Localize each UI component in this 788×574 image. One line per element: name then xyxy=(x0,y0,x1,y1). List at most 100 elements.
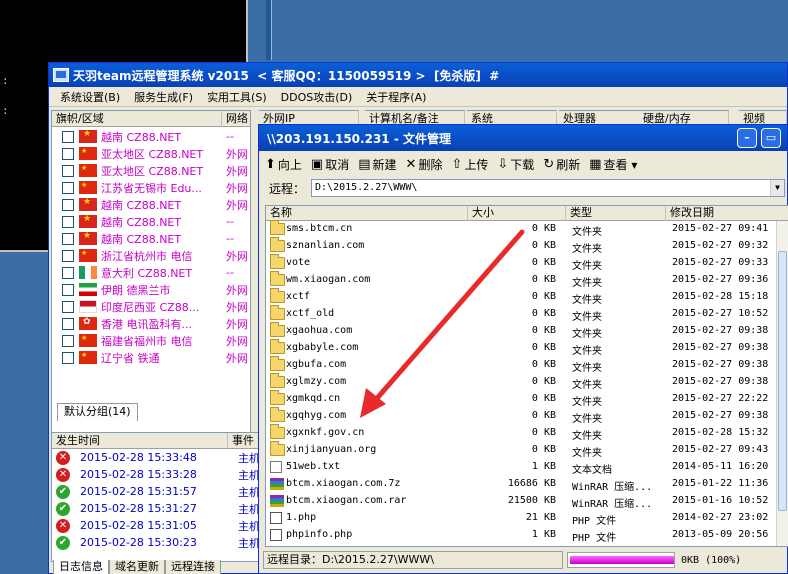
client-row[interactable]: 伊朗 德黑兰市 外网 xyxy=(52,281,250,298)
chevron-down-icon[interactable]: ▼ xyxy=(770,180,785,196)
file-name: wm.xiaogan.com xyxy=(286,274,371,285)
row-checkbox[interactable] xyxy=(62,130,74,143)
client-list: 旗帜/区域 网络 越南 CZ88.NET--亚太地区 CZ88.NET外网亚太地… xyxy=(51,110,251,436)
log-row[interactable]: ✕ 2015-02-28 15:31:05 主机 xyxy=(52,517,260,534)
client-row[interactable]: 越南 CZ88.NET -- xyxy=(52,128,250,145)
file-row[interactable]: xctf_old 0 KB 文件夹 2015-02-27 10:52 xyxy=(266,305,788,323)
column-header-name[interactable]: 名称 xyxy=(266,206,468,221)
file-date: 2015-02-27 09:41 xyxy=(672,223,769,234)
row-checkbox[interactable] xyxy=(62,164,74,177)
folder-icon xyxy=(270,390,285,405)
row-checkbox[interactable] xyxy=(62,334,74,347)
folder-icon xyxy=(270,271,285,286)
client-row[interactable]: 越南 CZ88.NET -- xyxy=(52,213,250,230)
folder-icon xyxy=(270,288,285,303)
client-row[interactable]: 意大利 CZ88.NET -- xyxy=(52,264,250,281)
file-row[interactable]: 1.php 21 KB PHP 文件 2014-02-27 23:02 xyxy=(266,510,788,527)
file-row[interactable]: btcm.xiaogan.com.7z 16686 KB WinRAR 压缩... 2… xyxy=(266,476,788,493)
toolbar-button-view[interactable]: ▦ 查看 ▾ xyxy=(589,156,637,173)
folder-icon xyxy=(270,407,285,422)
file-row[interactable]: xinjianyuan.org 0 KB 文件夹 2015-02-27 09:43 xyxy=(266,441,788,459)
row-checkbox[interactable] xyxy=(62,215,74,228)
file-row[interactable]: vote 0 KB 文件夹 2015-02-27 09:33 xyxy=(266,254,788,272)
file-row[interactable]: xgbabyle.com 0 KB 文件夹 2015-02-27 09:38 xyxy=(266,339,788,357)
row-checkbox[interactable] xyxy=(62,266,74,279)
progress-bar xyxy=(567,552,675,568)
client-row[interactable]: 印度尼西亚 CZ88... 外网 xyxy=(52,298,250,315)
vertical-scrollbar[interactable] xyxy=(776,221,788,546)
tab-log-info[interactable]: 日志信息 xyxy=(53,560,109,574)
toolbar-button-cancel[interactable]: ▣ 取消 xyxy=(311,156,349,173)
log-row[interactable]: ✕ 2015-02-28 15:33:28 主机 xyxy=(52,466,260,483)
row-checkbox[interactable] xyxy=(62,181,74,194)
main-title-bar[interactable]: 天羽team远程管理系统 v2015 < 客服QQ：1150059519 > [… xyxy=(49,63,787,87)
column-header-date[interactable]: 修改日期 xyxy=(666,206,788,221)
file-row[interactable]: sms.btcm.cn 0 KB 文件夹 2015-02-27 09:41 xyxy=(266,220,788,238)
file-manager-title-bar[interactable]: \\203.191.150.231 - 文件管理 – ▭ xyxy=(259,125,787,151)
client-row[interactable]: 浙江省杭州市 电信 外网 xyxy=(52,247,250,264)
client-row[interactable]: 亚太地区 CZ88.NET 外网 xyxy=(52,145,250,162)
toolbar-button-delete[interactable]: ✕ 删除 xyxy=(406,156,443,173)
row-checkbox[interactable] xyxy=(62,351,74,364)
row-checkbox[interactable] xyxy=(62,249,74,262)
tab-remote-connect[interactable]: 远程连接 xyxy=(165,560,221,574)
row-checkbox[interactable] xyxy=(62,283,74,296)
row-checkbox[interactable] xyxy=(62,317,74,330)
minimize-icon[interactable]: – xyxy=(737,128,757,148)
column-header-network[interactable]: 网络 xyxy=(222,111,250,127)
toolbar-button-download[interactable]: ⇩ 下载 xyxy=(497,156,534,173)
log-row[interactable]: ✔ 2015-02-28 15:30:23 主机 xyxy=(52,534,260,551)
log-event: 主机 xyxy=(238,468,260,482)
file-row[interactable]: sznanlian.com 0 KB 文件夹 2015-02-27 09:32 xyxy=(266,237,788,255)
log-row[interactable]: ✔ 2015-02-28 15:31:57 主机 xyxy=(52,483,260,500)
tab-domain-update[interactable]: 域名更新 xyxy=(109,560,165,574)
path-input[interactable]: D:\2015.2.27\WWW\ ▼ xyxy=(311,179,786,197)
maximize-icon[interactable]: ▭ xyxy=(761,128,781,148)
file-row[interactable]: xgmkqd.cn 0 KB 文件夹 2015-02-27 22:22 xyxy=(266,390,788,408)
client-row[interactable]: 越南 CZ88.NET -- xyxy=(52,230,250,247)
client-row[interactable]: 香港 电讯盈科有... 外网 xyxy=(52,315,250,332)
client-row[interactable]: 江苏省无锡市 Edu... 外网 xyxy=(52,179,250,196)
column-header-time[interactable]: 发生时间 xyxy=(52,433,228,449)
row-checkbox[interactable] xyxy=(62,147,74,160)
menu-about[interactable]: 关于程序(A) xyxy=(359,89,433,105)
file-row[interactable]: xgqhyg.com 0 KB 文件夹 2015-02-27 09:38 xyxy=(266,407,788,425)
log-row[interactable]: ✕ 2015-02-28 15:33:48 主机 xyxy=(52,449,260,466)
row-checkbox[interactable] xyxy=(62,198,74,211)
file-row[interactable]: xgbufa.com 0 KB 文件夹 2015-02-27 09:38 xyxy=(266,356,788,374)
client-row[interactable]: 辽宁省 铁通 外网 xyxy=(52,349,250,366)
menu-system-settings[interactable]: 系统设置(B) xyxy=(53,89,127,105)
toolbar-button-refresh[interactable]: ↻ 刷新 xyxy=(543,156,580,173)
file-row[interactable]: btcm.xiaogan.com.rar 21500 KB WinRAR 压缩...… xyxy=(266,493,788,510)
file-row[interactable]: xgxnkf.gov.cn 0 KB 文件夹 2015-02-28 15:32 xyxy=(266,424,788,442)
client-row[interactable]: 越南 CZ88.NET 外网 xyxy=(52,196,250,213)
column-header-type[interactable]: 类型 xyxy=(566,206,666,221)
column-header-event[interactable]: 事件 xyxy=(228,433,260,449)
row-checkbox[interactable] xyxy=(62,300,74,313)
up-icon: ⬆ xyxy=(265,156,276,172)
tab-default-group[interactable]: 默认分组(14) xyxy=(57,403,138,421)
file-row[interactable]: xctf 0 KB 文件夹 2015-02-28 15:18 xyxy=(266,288,788,306)
menu-ddos[interactable]: DDOS攻击(D) xyxy=(274,89,360,105)
toolbar-button-new[interactable]: ▤ 新建 xyxy=(358,156,396,173)
menu-tools[interactable]: 实用工具(S) xyxy=(200,89,274,105)
file-name: sms.btcm.cn xyxy=(286,223,353,234)
file-row[interactable]: 51web.txt 1 KB 文本文档 2014-05-11 16:20 xyxy=(266,459,788,476)
desktop-window-edge xyxy=(266,0,272,60)
file-row[interactable]: phpinfo.php 1 KB PHP 文件 2013-05-09 20:56 xyxy=(266,527,788,544)
client-row[interactable]: 福建省福州市 电信 外网 xyxy=(52,332,250,349)
file-row[interactable]: xgaohua.com 0 KB 文件夹 2015-02-27 09:38 xyxy=(266,322,788,340)
client-row[interactable]: 亚太地区 CZ88.NET 外网 xyxy=(52,162,250,179)
toolbar-button-up[interactable]: ⬆ 向上 xyxy=(265,156,302,173)
column-header-size[interactable]: 大小 xyxy=(468,206,566,221)
file-row[interactable]: xglmzy.com 0 KB 文件夹 2015-02-27 09:38 xyxy=(266,373,788,391)
client-region: 浙江省杭州市 电信 xyxy=(101,249,193,263)
flag-icon xyxy=(79,351,97,364)
log-row[interactable]: ✔ 2015-02-28 15:31:27 主机 xyxy=(52,500,260,517)
column-header-region[interactable]: 旗帜/区域 xyxy=(52,111,222,127)
file-row[interactable]: wm.xiaogan.com 0 KB 文件夹 2015-02-27 09:36 xyxy=(266,271,788,289)
scrollbar-thumb[interactable] xyxy=(778,251,787,511)
row-checkbox[interactable] xyxy=(62,232,74,245)
menu-service-build[interactable]: 服务生成(F) xyxy=(127,89,200,105)
toolbar-button-upload[interactable]: ⇧ 上传 xyxy=(451,156,488,173)
